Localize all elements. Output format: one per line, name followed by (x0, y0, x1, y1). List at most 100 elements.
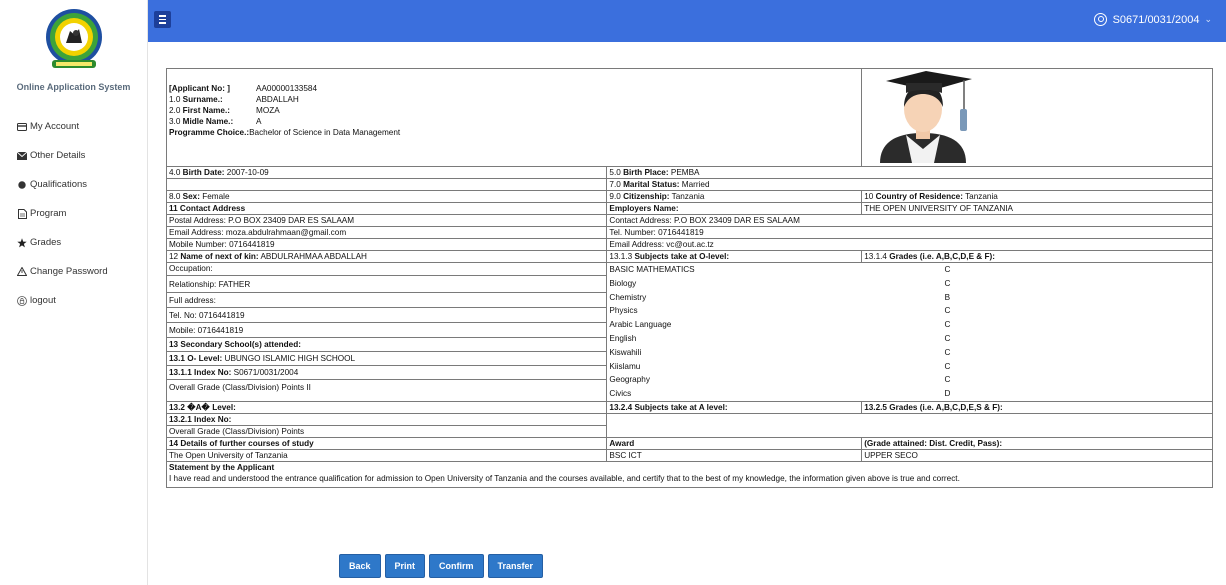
star-icon (17, 237, 27, 248)
lock-icon (17, 295, 27, 306)
birth-place-num: 5.0 (609, 168, 624, 177)
grade-attained-cell: (Grade attained: Dist. Credit, Pass): (861, 436, 1213, 450)
further-award: BSC ICT (609, 450, 642, 460)
sidebar-item-qualifications[interactable]: Qualifications (0, 170, 147, 199)
contact-address: Contact Address: P.O BOX 23409 DAR ES SA… (609, 216, 800, 225)
kin-details-cell: Occupation: Relationship: FATHER Full ad… (165, 262, 608, 402)
alevel-index-label: 13.2.1 Index No: (169, 414, 232, 424)
subject-row: English C (607, 332, 1212, 346)
header-row: [Applicant No: ] AA00000133584 1.0 Surnam… (165, 68, 1213, 167)
further-institution: The Open University of Tanzania (169, 450, 288, 460)
subject-name: English (609, 333, 637, 343)
olevel-grades-header: 13.1.4 Grades (i.e. A,B,C,D,E & F): (861, 250, 1213, 263)
alevel-subjects-cell (606, 412, 1213, 438)
hamburger-icon-line (159, 22, 166, 24)
mobile-number: Mobile Number: 0716441819 (169, 240, 275, 249)
citizenship-label: Citizenship: (623, 192, 670, 201)
further-grade-cell: UPPER SECO (861, 448, 1213, 462)
user-icon (1093, 13, 1107, 26)
kin-cell: 12 Name of next of kin: ABDULRAHMAA ABDA… (165, 250, 608, 263)
index-label: 13.1.1 Index No: (169, 367, 232, 377)
applicant-avatar (880, 71, 973, 163)
contact-address-cell: Contact Address: P.O BOX 23409 DAR ES SA… (606, 214, 1213, 227)
birth-row: 4.0 Birth Date: 2007-10-09 5.0 Birth Pla… (165, 166, 1213, 179)
subject-name: Arabic Language (609, 320, 672, 330)
alevel-subjects-header: 13.2.4 Subjects take at A level: (606, 400, 863, 414)
menu-toggle-button[interactable] (154, 11, 171, 28)
birth-place-cell: 5.0 Birth Place: PEMBA (606, 166, 1213, 179)
olevel-subjects-num: 13.1.3 (609, 252, 635, 261)
sidebar-item-other-details[interactable]: Other Details (0, 141, 147, 170)
transfer-button[interactable]: Transfer (487, 554, 544, 578)
kin-occupation: Occupation: (167, 263, 607, 276)
sidebar-menu: My Account Other Details Qualifications … (0, 112, 147, 315)
postal-address: Postal Address: P.O BOX 23409 DAR ES SAL… (169, 216, 355, 225)
first-name-num: 2.0 (169, 106, 181, 115)
subject-name: Biology (609, 278, 637, 288)
application-table: [Applicant No: ] AA00000133584 1.0 Surnam… (165, 68, 1213, 488)
sidebar-item-logout[interactable]: logout (0, 286, 147, 315)
sidebar-item-change-password[interactable]: Change Password (0, 257, 147, 286)
citizenship: Tanzania (669, 192, 705, 201)
marital-cell: 7.0 Marital Status: Married (606, 178, 1213, 191)
marital-row: 7.0 Marital Status: Married (165, 178, 1213, 191)
employers-label: Employers Name: (609, 204, 679, 213)
residence-cell: 10 Country of Residence: Tanzania (861, 190, 1213, 203)
alevel-row: 13.2 �A� Level: 13.2.4 Subjects take at … (165, 400, 1213, 414)
surname: ABDALLAH (256, 95, 299, 104)
subject-grade: C (944, 375, 951, 385)
sidebar-item-my-account[interactable]: My Account (0, 112, 147, 141)
statement-text: I have read and understood the entrance … (169, 473, 960, 483)
sidebar-item-program[interactable]: Program (0, 199, 147, 228)
award-label-cell: Award (606, 436, 863, 450)
further-label-cell: 14 Details of further courses of study (165, 436, 608, 450)
email-row: Email Address: moza.abdulrahmaan@gmail.c… (165, 226, 1213, 239)
emp-email-cell: Email Address: vc@out.ac.tz (606, 238, 1213, 251)
tel-cell: Tel. Number: 0716441819 (606, 226, 1213, 239)
sidebar-item-label: logout (30, 295, 56, 306)
email-cell: Email Address: moza.abdulrahmaan@gmail.c… (165, 226, 608, 239)
action-buttons: Back Print Confirm Transfer (339, 554, 544, 578)
kin-name: ABDULRAHMAA ABDALLAH (258, 252, 367, 261)
subject-name: Civics (609, 389, 632, 399)
confirm-button[interactable]: Confirm (429, 554, 484, 578)
subject-grade: D (944, 389, 951, 399)
residence-label: Country of Residence: (875, 192, 963, 201)
subject-grade: C (944, 320, 951, 330)
topbar: S0671/0031/2004 ⌄ (148, 0, 1226, 42)
sidebar: Online Application System My Account Oth… (0, 0, 148, 585)
sex-row: 8.0 Sex: Female 9.0 Citizenship: Tanzani… (165, 190, 1213, 203)
middle-name-label: Midle Name.: (182, 117, 234, 126)
further-award-cell: BSC ICT (606, 448, 863, 462)
sex-num: 8.0 (169, 192, 183, 201)
middle-name-line: 3.0 Midle Name.: A (169, 116, 859, 127)
applicant-no: AA00000133584 (256, 84, 318, 93)
marital-label: Marital Status: (623, 180, 680, 189)
index-line: 13.1.1 Index No: S0671/0031/2004 (167, 366, 607, 380)
subject-row: Arabic Language C (607, 318, 1212, 332)
surname-label: Surname.: (182, 95, 223, 104)
print-button[interactable]: Print (384, 554, 426, 578)
tel-number: Tel. Number: 0716441819 (609, 228, 704, 237)
statement-row: Statement by the Applicant I have read a… (166, 460, 1213, 488)
index-no: S0671/0031/2004 (231, 367, 299, 377)
olevel-school-line: 13.1 O- Level: UBUNGO ISLAMIC HIGH SCHOO… (167, 352, 607, 366)
subject-row: Geography C (607, 373, 1212, 387)
subject-grade: C (944, 306, 951, 316)
contact-header: 11 Contact Address (169, 204, 246, 213)
application-summary: [Applicant No: ] AA00000133584 1.0 Surnam… (165, 68, 1213, 488)
birth-place-label: Birth Place: (623, 168, 669, 177)
secondary-label: 13 Secondary School(s) attended: (169, 339, 301, 349)
kin-num: 12 (169, 252, 181, 261)
alevel-index-cell: 13.2.1 Index No: (165, 412, 608, 426)
back-button[interactable]: Back (339, 554, 381, 578)
birth-date: 2007-10-09 (224, 168, 269, 177)
postal-cell: Postal Address: P.O BOX 23409 DAR ES SAL… (165, 214, 608, 227)
sidebar-item-grades[interactable]: Grades (0, 228, 147, 257)
user-menu[interactable]: S0671/0031/2004 ⌄ (1093, 13, 1212, 26)
sidebar-item-label: Qualifications (30, 179, 88, 190)
birth-date-num: 4.0 (169, 168, 183, 177)
overall-grade: Overall Grade (Class/Division) Points II (169, 382, 311, 392)
subject-row: Physics C (607, 304, 1212, 318)
programme-label: Programme Choice.: (169, 128, 250, 137)
